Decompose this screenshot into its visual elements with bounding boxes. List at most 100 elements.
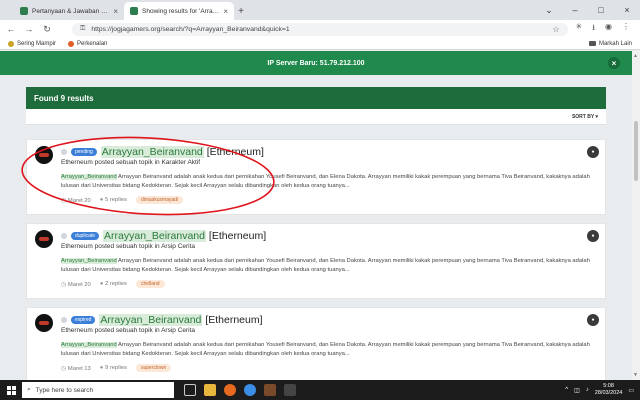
comment-icon: ●	[99, 365, 104, 371]
avatar[interactable]	[35, 230, 53, 248]
result-tag[interactable]: superclown	[135, 364, 172, 372]
title-rest: [Etherneum]	[208, 230, 267, 242]
bookmark-favicon-icon	[68, 40, 75, 47]
tray-chevron-icon[interactable]: ^	[565, 387, 568, 393]
taskbar-search[interactable]: ⌕ Type here to search	[22, 382, 174, 398]
sort-by-button[interactable]: SORT BY ▾	[572, 114, 598, 120]
title-highlight: Arrayyan_Beiranvand	[103, 230, 206, 242]
result-title-line: expired Arrayyan_Beiranvand [Etherneum]	[61, 314, 263, 326]
date-text: Maret 13	[67, 365, 91, 372]
browser-tab-2[interactable]: Showing results for 'Arrayyan_B... ×	[124, 2, 234, 20]
media-app-icon[interactable]	[284, 384, 296, 396]
result-snippet: Arrayyan_Beiranvand Arrayyan Beiranvand …	[61, 341, 591, 359]
result-title-line: pending Arrayyan_Beiranvand [Etherneum]	[61, 146, 264, 158]
avatar[interactable]	[35, 314, 53, 332]
banner-text: IP Server Baru: 51.79.212.100	[267, 59, 365, 67]
tab-close-icon[interactable]: ×	[223, 7, 228, 16]
chrome-icon[interactable]	[244, 384, 256, 396]
network-icon[interactable]: ◫	[574, 387, 580, 394]
window-controls: ⌄ – □ ×	[536, 0, 640, 20]
result-date: ◷ Maret 13	[61, 365, 91, 372]
snippet-text: Arrayyan Beiranvand adalah anak kedua da…	[61, 258, 590, 273]
other-bookmarks[interactable]: Markah Lain	[588, 41, 632, 47]
status-badge: expired	[71, 316, 96, 324]
bookmarks-bar: Sering Mampir Perkenalan Markah Lain	[0, 38, 640, 50]
unread-dot-icon	[61, 317, 67, 323]
task-view-icon[interactable]	[184, 384, 196, 396]
bookmark-perkenalan[interactable]: Perkenalan	[68, 40, 108, 47]
result-snippet: Arrayyan_Beiranvand Arrayyan Beiranvand …	[61, 257, 591, 275]
forward-icon[interactable]: →	[24, 24, 34, 34]
result-tag[interactable]: chelland	[135, 280, 165, 288]
folder-icon	[588, 41, 596, 46]
clock-icon: ◷	[61, 197, 67, 204]
unread-dot-icon	[61, 149, 67, 155]
toolbar-icons: ✳ ⭳ ◉ ⋮	[576, 22, 631, 36]
result-tag[interactable]: dimaskusmayadi	[135, 196, 184, 204]
result-title-line: duplicate Arrayyan_Beiranvand [Etherneum…	[61, 230, 266, 242]
downloads-icon[interactable]: ⭳	[592, 22, 595, 36]
site-info-icon[interactable]: ⚿	[80, 25, 85, 33]
scroll-up-icon[interactable]: ▲	[633, 53, 638, 59]
extensions-icon[interactable]: ✳	[576, 22, 583, 36]
chat-bubble-icon[interactable]: ●	[587, 230, 599, 242]
tab-close-icon[interactable]: ×	[113, 7, 118, 16]
bookmark-sering-mampir[interactable]: Sering Mampir	[8, 40, 56, 47]
comment-icon: ●	[99, 197, 104, 203]
close-window-icon[interactable]: ×	[614, 5, 640, 15]
status-badge: duplicate	[71, 232, 100, 240]
address-bar-row: ← → ↻ ⚿ https://jogjagamers.org/search/?…	[0, 20, 640, 38]
clock-date: 28/03/2024	[594, 390, 623, 396]
banner-close-icon[interactable]: ×	[608, 57, 620, 69]
result-meta: ◷ Maret 20 ● 2 replies chelland	[61, 280, 165, 288]
status-badge: pending	[71, 148, 97, 156]
browser-tab-1[interactable]: Pertanyaan & Jawaban - Jogja... ×	[14, 2, 124, 20]
bookmark-gear-icon	[8, 40, 14, 47]
title-rest: [Etherneum]	[206, 146, 264, 158]
tab-title: Pertanyaan & Jawaban - Jogja...	[32, 7, 109, 15]
result-posted-line: Etherneum posted sebuah topik in Arsip C…	[61, 243, 196, 250]
results-heading: Found 9 results	[26, 87, 606, 109]
scroll-down-icon[interactable]: ▼	[633, 372, 638, 378]
scrollbar-thumb[interactable]	[634, 121, 638, 181]
snippet-highlight: Arrayyan_Beiranvand	[61, 258, 117, 264]
minimize-icon[interactable]: –	[562, 5, 588, 15]
notifications-icon[interactable]: ▭	[628, 387, 634, 394]
tab-favicon-icon	[20, 7, 28, 15]
windows-logo-icon	[6, 385, 16, 395]
menu-icon[interactable]: ⋮	[622, 22, 630, 36]
search-result: expired Arrayyan_Beiranvand [Etherneum] …	[26, 307, 606, 380]
firefox-icon[interactable]	[224, 384, 236, 396]
maximize-icon[interactable]: □	[588, 5, 614, 15]
system-tray: ^ ◫ ♪ 5:08 28/03/2024 ▭	[565, 383, 640, 397]
result-title-link[interactable]: Arrayyan_Beiranvand [Etherneum]	[99, 314, 263, 326]
reload-icon[interactable]: ↻	[42, 24, 52, 35]
volume-icon[interactable]: ♪	[586, 387, 589, 393]
start-button[interactable]	[0, 380, 22, 400]
clock[interactable]: 5:08 28/03/2024	[595, 383, 623, 397]
replies-text: 2 replies	[105, 281, 127, 287]
result-title-link[interactable]: Arrayyan_Beiranvand [Etherneum]	[100, 146, 264, 158]
game-app-icon[interactable]	[264, 384, 276, 396]
clock-icon: ◷	[61, 281, 67, 288]
result-replies: ● 9 replies	[100, 365, 127, 371]
new-tab-button[interactable]: +	[234, 2, 248, 20]
chat-bubble-icon[interactable]: ●	[587, 146, 599, 158]
result-snippet: Arrayyan_Beiranvand Arrayyan Beiranvand …	[61, 173, 591, 191]
bookmark-label: Perkenalan	[77, 40, 108, 47]
file-explorer-icon[interactable]	[204, 384, 216, 396]
clock-icon: ◷	[61, 365, 67, 372]
avatar[interactable]	[35, 146, 53, 164]
search-placeholder: Type here to search	[35, 386, 94, 394]
taskbar-apps	[184, 384, 296, 396]
chat-bubble-icon[interactable]: ●	[587, 314, 599, 326]
tab-search-icon[interactable]: ⌄	[536, 5, 562, 16]
windows-taskbar: ⌕ Type here to search ^ ◫ ♪ 5:08 28/03/2…	[0, 380, 640, 400]
page-scrollbar[interactable]: ▲ ▼	[632, 51, 640, 380]
result-date: ◷ Maret 20	[61, 281, 91, 288]
back-icon[interactable]: ←	[6, 24, 16, 34]
result-title-link[interactable]: Arrayyan_Beiranvand [Etherneum]	[103, 230, 266, 242]
profile-icon[interactable]: ◉	[605, 22, 612, 36]
bookmark-star-icon[interactable]: ☆	[552, 25, 559, 34]
url-input[interactable]: ⚿ https://jogjagamers.org/search/?q=Arra…	[72, 22, 568, 36]
